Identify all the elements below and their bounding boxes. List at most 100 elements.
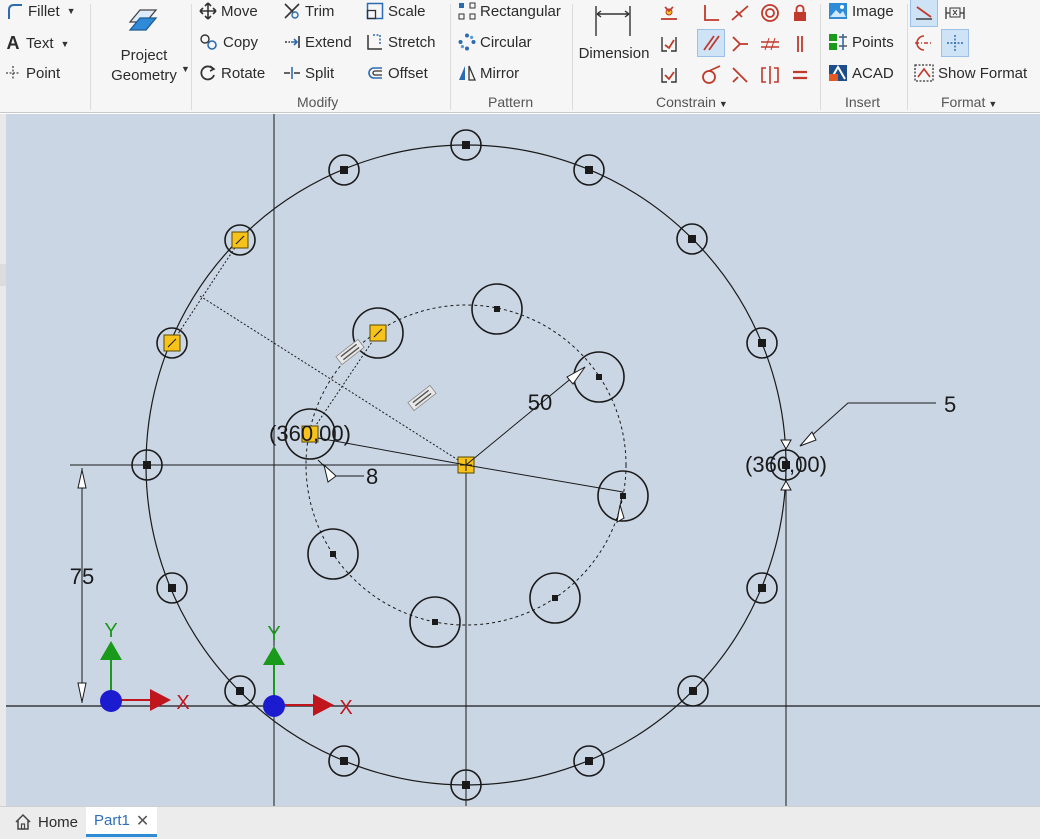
tab-part1-label: Part1 xyxy=(94,812,130,829)
fillet-caret-icon[interactable]: ▼ xyxy=(67,6,76,16)
insert-points-button[interactable]: Points xyxy=(828,33,894,51)
format-panel-label[interactable]: Format ▼ xyxy=(941,94,997,110)
center-point-format-icon[interactable] xyxy=(941,29,969,57)
format-caret-icon[interactable]: ▼ xyxy=(988,99,997,109)
extend-button[interactable]: Extend xyxy=(283,33,352,51)
fillet-label: Fillet xyxy=(28,2,60,20)
coincident-constraint-icon[interactable] xyxy=(656,0,682,26)
sketch-canvas[interactable]: 50 5 8 75 (360,00) (360,00) Y X Y X xyxy=(6,114,1040,806)
project-geometry-button[interactable]: Project Geometry ▼ xyxy=(100,0,190,92)
insert-image-button[interactable]: Image xyxy=(828,2,894,20)
points-icon xyxy=(829,34,847,50)
project-geometry-label-2: Geometry xyxy=(111,67,177,84)
text-caret-icon[interactable]: ▼ xyxy=(61,39,70,49)
collinear-constraint-icon[interactable] xyxy=(656,31,682,57)
construction-format-icon[interactable] xyxy=(910,0,938,27)
point-button[interactable]: Point xyxy=(4,64,60,82)
pattern-count-label-right[interactable]: (360,00) xyxy=(745,452,827,477)
concentric-constraint-icon[interactable] xyxy=(757,0,783,26)
close-tab-icon[interactable]: ✕ xyxy=(136,811,149,831)
copy-button[interactable]: Copy xyxy=(199,33,258,51)
document-tab-bar: Home Part1 ✕ xyxy=(0,806,1040,839)
circular-pattern-button[interactable]: Circular xyxy=(458,33,532,51)
centerline-format-icon[interactable] xyxy=(911,30,937,56)
dimension-arrow xyxy=(77,682,87,703)
construction-dotted-line[interactable] xyxy=(309,332,379,435)
fix-constraint-icon[interactable] xyxy=(787,0,813,26)
insert-acad-button[interactable]: ACAD xyxy=(828,64,894,82)
outer-hole[interactable] xyxy=(328,745,360,777)
symmetric-constraint-icon[interactable] xyxy=(727,62,753,88)
ribbon-divider xyxy=(0,112,1040,113)
horizontal-constraint-icon[interactable] xyxy=(727,31,753,57)
rectangular-pattern-button[interactable]: Rectangular xyxy=(458,2,561,20)
mirror-button[interactable]: Mirror xyxy=(458,64,519,82)
move-button[interactable]: Move xyxy=(199,2,258,20)
outer-hole[interactable] xyxy=(156,572,188,604)
offset-button[interactable]: Offset xyxy=(366,64,428,82)
outer-hole[interactable] xyxy=(328,154,360,186)
outer-hole[interactable] xyxy=(573,745,605,777)
outer-hole[interactable] xyxy=(677,675,709,707)
inner-hole[interactable] xyxy=(307,528,359,580)
dimension-button[interactable]: Dimension xyxy=(577,0,651,90)
outer-hole[interactable] xyxy=(224,675,256,707)
ribbon: Fillet ▼ A Text ▼ Point Project Geometry ▼… xyxy=(0,0,1040,113)
diameter-leader-5 xyxy=(799,402,936,447)
outer-hole[interactable] xyxy=(746,327,778,359)
panel-separator xyxy=(450,4,451,110)
inner-hole[interactable] xyxy=(409,596,461,648)
offset-label: Offset xyxy=(388,64,428,82)
trim-button[interactable]: Trim xyxy=(283,2,334,20)
constrain-caret-icon[interactable]: ▼ xyxy=(719,99,728,109)
diameter-dimension-8-text[interactable]: 8 xyxy=(366,464,378,489)
dimension-arrow xyxy=(566,366,586,385)
inner-hole[interactable] xyxy=(471,283,523,335)
dimension-label: Dimension xyxy=(578,45,650,62)
radius-dimension-text[interactable]: 50 xyxy=(528,390,552,415)
insert-points-label: Points xyxy=(852,33,894,51)
diameter-dimension-5-text[interactable]: 5 xyxy=(944,392,956,417)
tab-home[interactable]: Home xyxy=(6,807,86,837)
inner-hole[interactable] xyxy=(573,351,625,403)
equal-constraint-icon[interactable] xyxy=(757,31,783,57)
pattern-reference-line[interactable] xyxy=(465,464,624,493)
outer-hole[interactable] xyxy=(746,572,778,604)
pattern-count-label-left[interactable]: (360,00) xyxy=(269,421,351,446)
rectangular-pattern-icon xyxy=(458,2,476,20)
tab-home-label: Home xyxy=(38,813,79,831)
tangent-circle-constraint-icon[interactable] xyxy=(698,62,724,88)
constrain-panel-label[interactable]: Constrain ▼ xyxy=(656,94,728,110)
perpendicular-constraint-icon[interactable] xyxy=(698,0,724,26)
construction-dotted-line[interactable] xyxy=(171,239,241,344)
stretch-icon xyxy=(367,34,382,50)
outer-hole-selected[interactable] xyxy=(224,224,256,256)
parallel-constraint-icon[interactable] xyxy=(697,29,725,57)
tab-part1[interactable]: Part1 ✕ xyxy=(86,807,158,837)
outer-hole-selected[interactable] xyxy=(156,327,188,359)
radius-dimension-line[interactable] xyxy=(465,366,586,466)
fillet-button[interactable]: Fillet ▼ xyxy=(6,2,76,20)
parallel-constraint-glyph[interactable] xyxy=(407,384,437,412)
inner-hole[interactable] xyxy=(529,572,581,624)
equal-length-constraint-icon[interactable] xyxy=(787,62,813,88)
driven-dimension-icon[interactable] xyxy=(942,0,968,26)
stretch-button[interactable]: Stretch xyxy=(366,33,436,51)
scale-button[interactable]: Scale xyxy=(366,2,426,20)
vertical-constraint-icon[interactable] xyxy=(787,31,813,57)
show-format-button[interactable]: Show Format xyxy=(914,64,1027,82)
split-button[interactable]: Split xyxy=(283,64,334,82)
outer-hole[interactable] xyxy=(573,154,605,186)
outer-hole[interactable] xyxy=(676,223,708,255)
symmetry-bracket-constraint-icon[interactable] xyxy=(757,62,783,88)
vertical-dimension-text[interactable]: 75 xyxy=(70,564,94,589)
text-button[interactable]: A Text ▼ xyxy=(4,33,70,54)
project-geometry-caret-icon[interactable]: ▼ xyxy=(181,64,190,74)
copy-label: Copy xyxy=(223,33,259,51)
rotate-button[interactable]: Rotate xyxy=(199,64,265,82)
project-geometry-icon xyxy=(128,9,158,31)
sketch-graphics[interactable]: 50 5 8 75 (360,00) (360,00) Y X Y X xyxy=(6,114,1040,806)
smooth-constraint-icon[interactable] xyxy=(656,62,682,88)
move-label: Move xyxy=(221,2,258,20)
tangent-constraint-icon[interactable] xyxy=(727,0,753,26)
